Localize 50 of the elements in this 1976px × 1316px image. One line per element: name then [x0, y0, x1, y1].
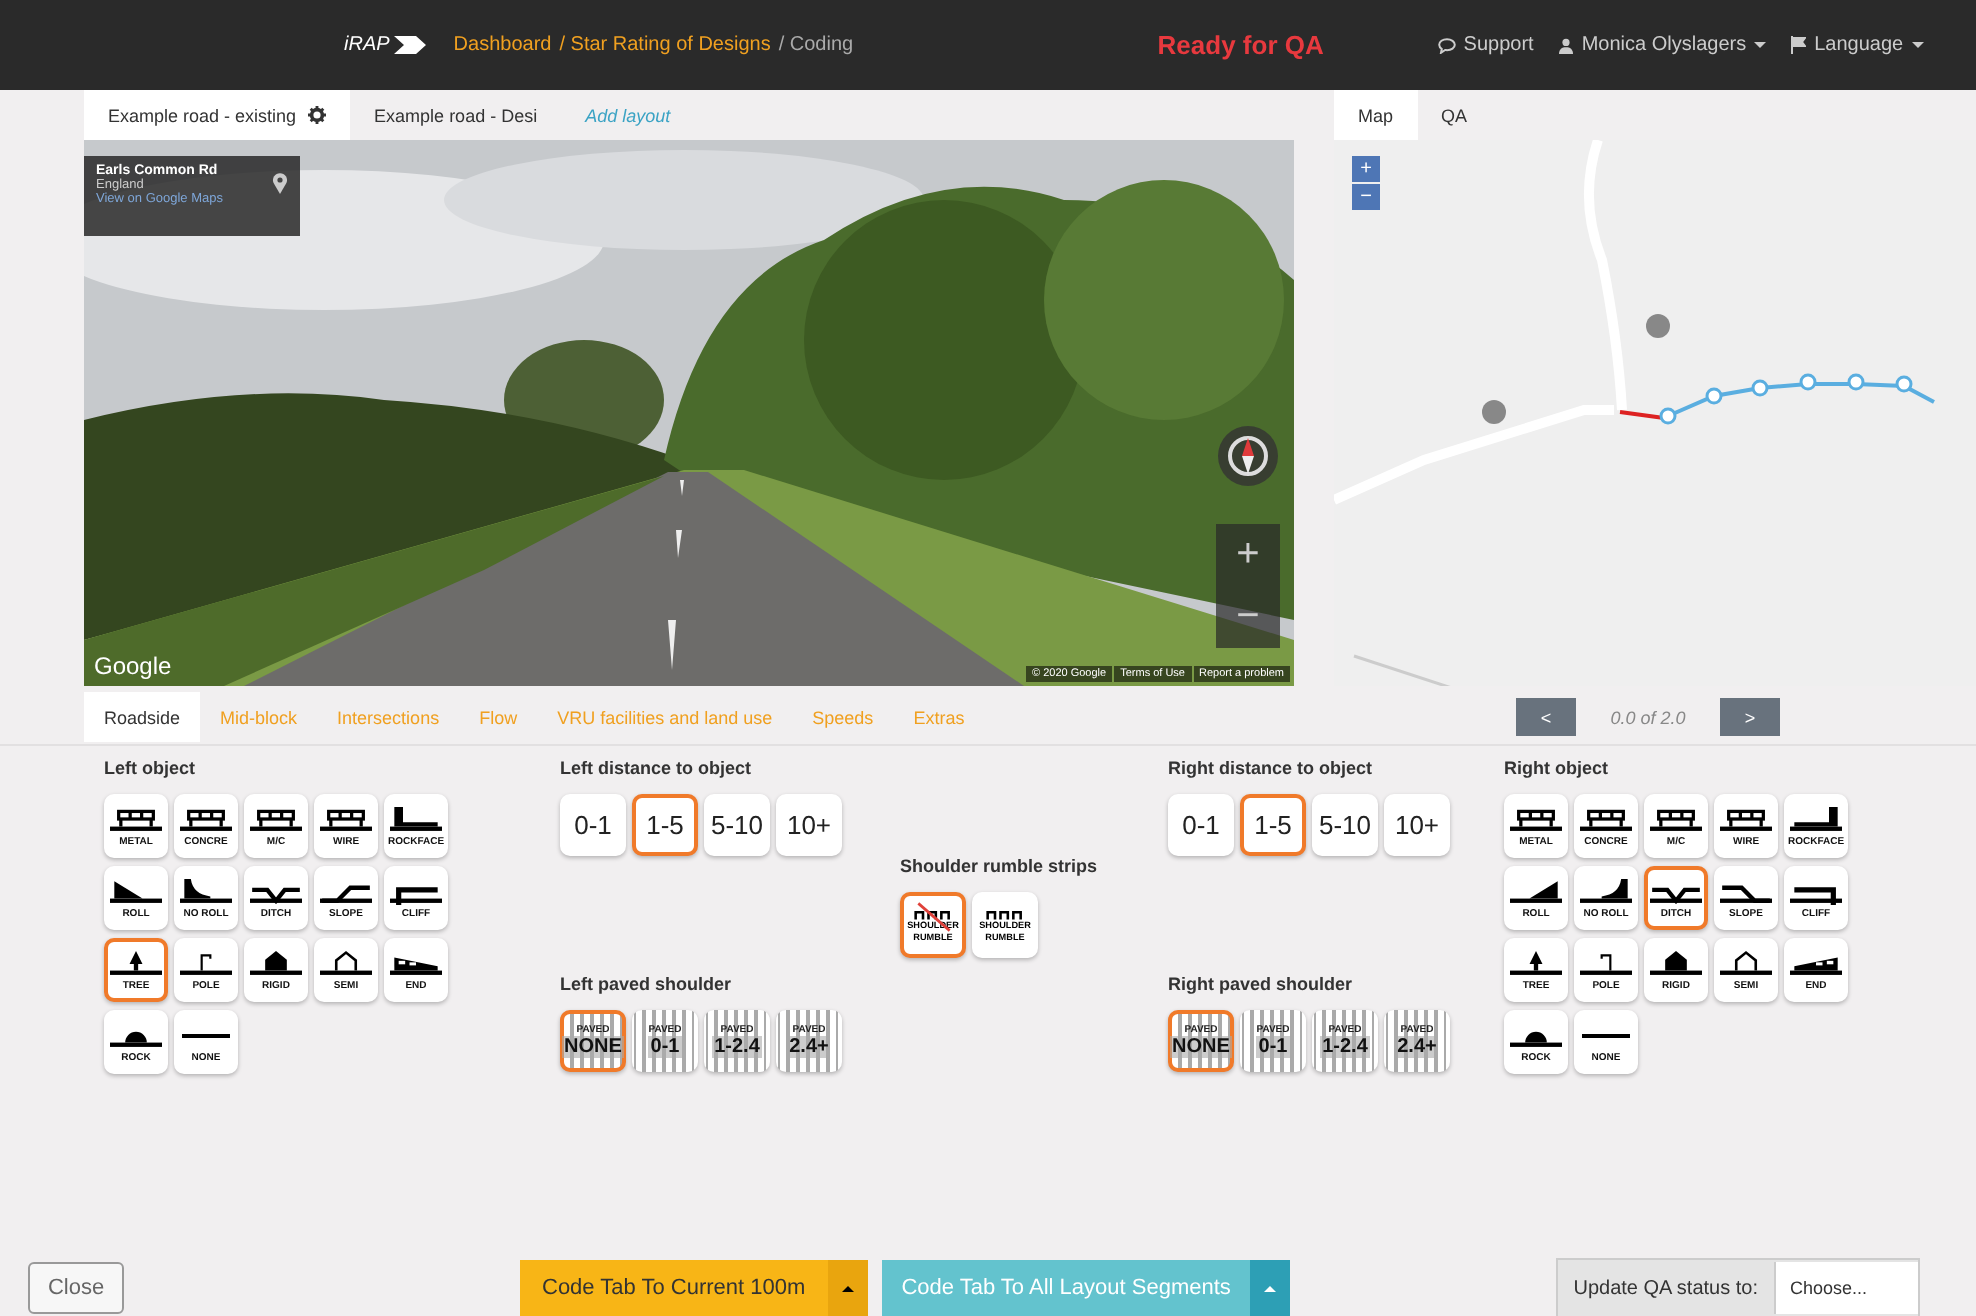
- google-logo: Google: [94, 652, 172, 680]
- segment-reading: 0.0 of 2.0: [1608, 707, 1688, 727]
- speech-bubble-icon: [1437, 37, 1456, 53]
- menu-item[interactable]: Monica Olyslagers: [1557, 34, 1767, 56]
- distance-option[interactable]: 5-10: [1312, 794, 1378, 856]
- distance-option[interactable]: 0-1: [560, 794, 626, 856]
- zoom-button[interactable]: +: [1352, 156, 1380, 182]
- compass-icon[interactable]: [1216, 424, 1280, 488]
- section-title: Left distance to object: [560, 758, 754, 778]
- distance-option[interactable]: 10+: [1384, 794, 1450, 856]
- logo: iRAP: [344, 34, 426, 56]
- rumble-strip-icon: [983, 908, 1027, 921]
- distance-option[interactable]: 0-1: [1168, 794, 1234, 856]
- next-button[interactable]: >: [1720, 698, 1780, 736]
- distance-option[interactable]: 10+: [776, 794, 842, 856]
- layout-tab[interactable]: Example road - Desi: [350, 90, 562, 140]
- panel-tab[interactable]: QA: [1417, 90, 1492, 140]
- section-title: Right paved shoulder: [1168, 974, 1355, 994]
- section-title: Left paved shoulder: [560, 974, 734, 994]
- rumble-strip-icon: [911, 908, 955, 921]
- previous-button[interactable]: <: [1516, 698, 1576, 736]
- category-tab[interactable]: Roadside: [84, 692, 201, 742]
- panel-tab[interactable]: Map: [1334, 90, 1418, 140]
- chevron-icon: [393, 36, 426, 54]
- qa-status-select[interactable]: Choose...: [1774, 1262, 1918, 1314]
- qa-status-label: Update QA status to:: [1571, 1277, 1760, 1299]
- zoom-button[interactable]: −: [1352, 184, 1380, 210]
- distance-option[interactable]: 1-5: [1240, 794, 1306, 856]
- flag-icon: [1790, 36, 1807, 54]
- dropdown-toggle[interactable]: [1250, 1259, 1291, 1316]
- zoom-button[interactable]: +: [1216, 524, 1280, 586]
- section-title: Left object: [104, 758, 198, 778]
- section-title: Shoulder rumble strips: [900, 856, 1100, 876]
- distance-option[interactable]: 5-10: [704, 794, 770, 856]
- section-title: Right object: [1504, 758, 1610, 778]
- status-label: Ready for QA: [1157, 30, 1326, 60]
- breadcrumb-link[interactable]: Dashboard: [453, 34, 552, 56]
- breadcrumb-link[interactable]: / Star Rating of Designs: [559, 34, 771, 56]
- close-button[interactable]: Close: [28, 1262, 124, 1314]
- section-title: Right distance to object: [1168, 758, 1375, 778]
- zoom-button[interactable]: −: [1216, 586, 1280, 648]
- layout-tab[interactable]: Example road - existing: [84, 90, 351, 140]
- code-current-button[interactable]: Code Tab To Current 100m: [520, 1259, 828, 1316]
- distance-option[interactable]: 1-5: [632, 794, 698, 856]
- location-pin-icon: [272, 172, 288, 194]
- settings-icon: [308, 106, 327, 124]
- dropdown-toggle[interactable]: [827, 1259, 868, 1316]
- menu-item[interactable]: Support: [1437, 34, 1534, 56]
- person-icon: [1557, 37, 1574, 53]
- menu-item[interactable]: Language: [1790, 34, 1924, 56]
